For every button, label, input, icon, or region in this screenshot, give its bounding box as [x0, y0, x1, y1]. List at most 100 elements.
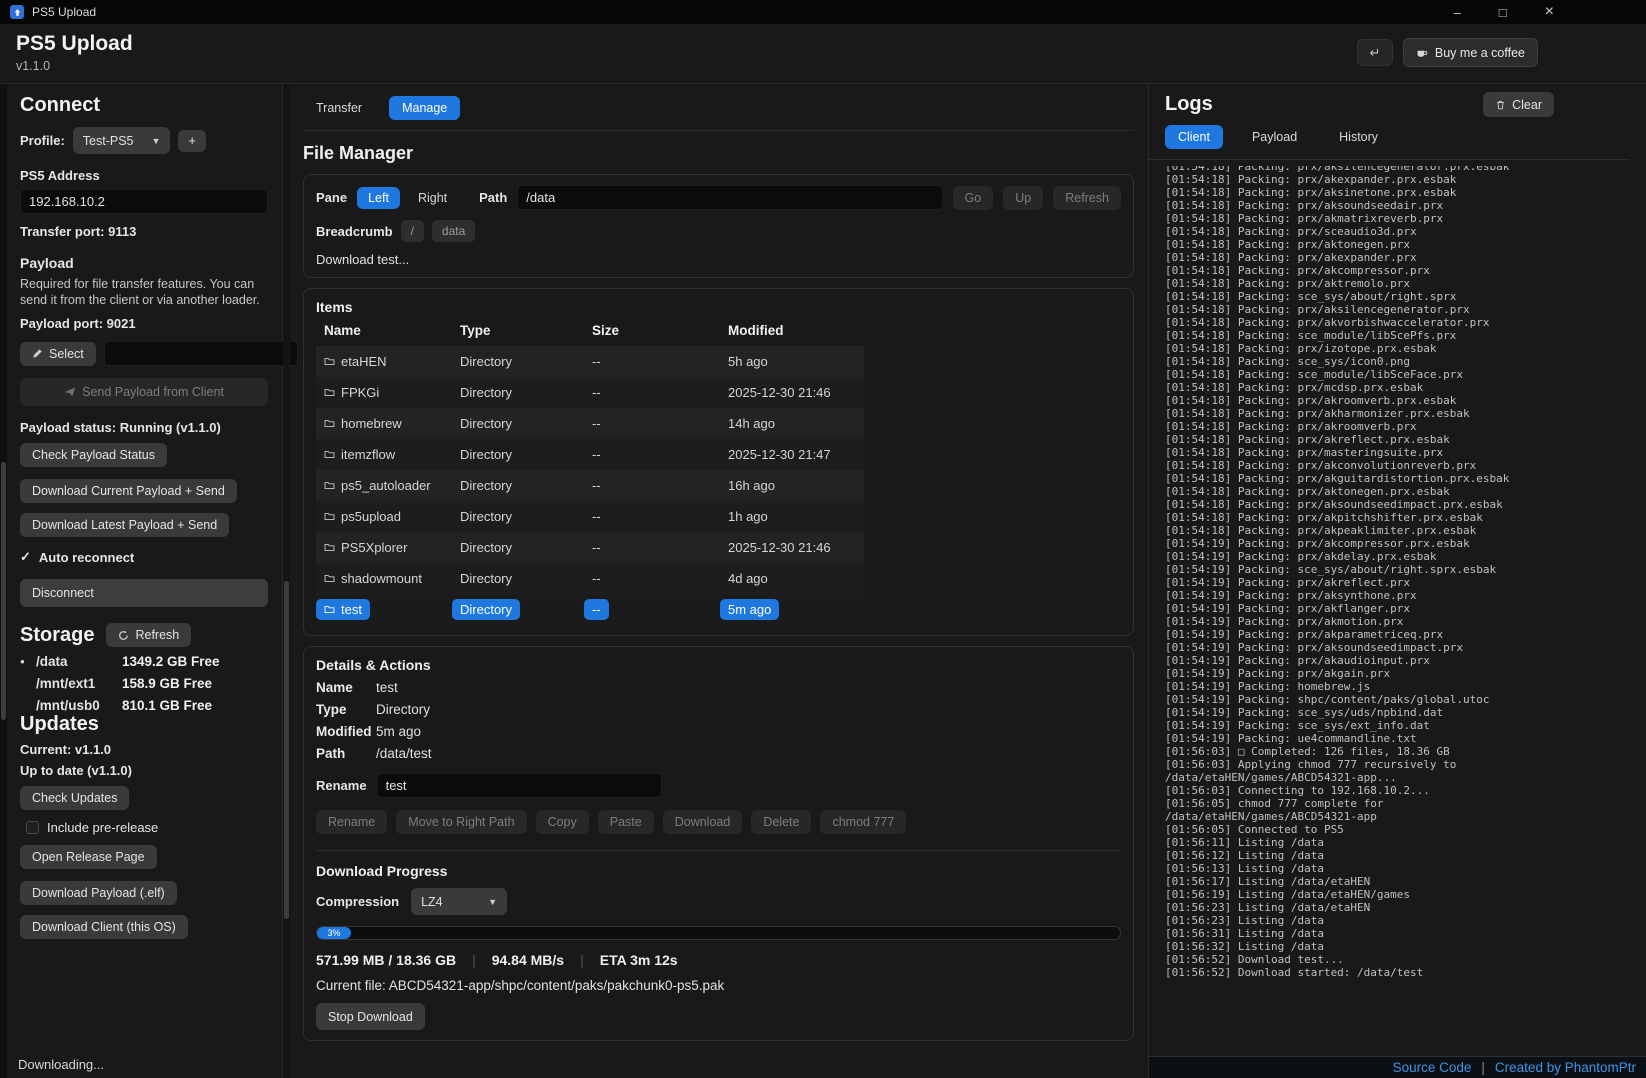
storage-refresh-button[interactable]: Refresh — [106, 623, 191, 647]
action-button[interactable]: Rename — [316, 810, 387, 834]
rename-input[interactable] — [377, 773, 662, 798]
footer-bar: Source Code | Created by PhantomPtr — [1149, 1056, 1646, 1078]
folder-icon — [324, 387, 335, 398]
table-row[interactable]: itemzflow Directory -- 2025-12-30 21:47 — [316, 439, 864, 470]
disconnect-button[interactable]: Disconnect — [20, 579, 268, 607]
table-row[interactable]: ps5upload Directory -- 1h ago — [316, 501, 864, 532]
log-line: [01:54:19] Packing: prx/akparametriceq.p… — [1165, 628, 1646, 641]
download-current-payload-button[interactable]: Download Current Payload + Send — [20, 479, 237, 503]
table-row[interactable]: test Directory -- 5m ago — [316, 594, 864, 625]
logs-tab-history[interactable]: History — [1326, 125, 1391, 149]
console-toggle-button[interactable]: ↵ — [1357, 39, 1393, 66]
log-line: [01:56:13] Listing /data — [1165, 862, 1646, 875]
download-payload-elf-button[interactable]: Download Payload (.elf) — [20, 881, 177, 905]
open-release-page-button[interactable]: Open Release Page — [20, 845, 157, 869]
main-scrollbar[interactable] — [283, 84, 290, 1078]
logs-tab-payload[interactable]: Payload — [1239, 125, 1310, 149]
buy-coffee-button[interactable]: Buy me a coffee — [1403, 38, 1538, 67]
folder-icon — [324, 418, 335, 429]
app-window: PS5 Upload – □ × PS5 Upload v1.1.0 ↵ Buy… — [0, 0, 1646, 1078]
clear-logs-button[interactable]: Clear — [1483, 92, 1554, 117]
pane-left-button[interactable]: Left — [357, 187, 400, 209]
checkbox-icon — [26, 821, 39, 834]
action-button[interactable]: Paste — [598, 810, 654, 834]
log-line: [01:54:19] Packing: prx/akcompressor.prx… — [1165, 537, 1646, 550]
check-updates-button[interactable]: Check Updates — [20, 786, 129, 810]
storage-mount-row[interactable]: ● /data 1349.2 GB Free — [20, 654, 268, 669]
download-latest-payload-button[interactable]: Download Latest Payload + Send — [20, 513, 229, 537]
include-prerelease-checkbox[interactable]: Include pre-release — [26, 820, 268, 835]
log-line: [01:54:18] Packing: sce_module/libScePfs… — [1165, 329, 1646, 342]
log-line: [01:54:18] Packing: prx/akexpander.prx.e… — [1165, 173, 1646, 186]
storage-mount-row[interactable]: /mnt/ext1 158.9 GB Free — [20, 676, 268, 691]
items-heading: Items — [316, 299, 1121, 315]
breadcrumb-dir[interactable]: data — [432, 220, 475, 242]
log-line: [01:56:05] chmod 777 complete for — [1165, 797, 1646, 810]
table-row[interactable]: homebrew Directory -- 14h ago — [316, 408, 864, 439]
send-payload-button[interactable]: Send Payload from Client — [20, 378, 268, 406]
action-button[interactable]: Copy — [536, 810, 589, 834]
sidebar-status-text: Downloading... — [18, 1057, 104, 1072]
profile-label: Profile: — [20, 133, 65, 148]
action-button[interactable]: Download — [663, 810, 743, 834]
send-icon — [64, 386, 76, 398]
transfer-status-text: Download test... — [316, 252, 1121, 267]
minimize-button[interactable]: – — [1454, 5, 1461, 20]
path-input[interactable] — [517, 185, 942, 210]
auto-reconnect-checkbox[interactable]: ✓ Auto reconnect — [20, 549, 268, 565]
table-row[interactable]: etaHEN Directory -- 5h ago — [316, 346, 864, 377]
column-size: Size — [592, 323, 728, 338]
detail-field: Path /data/test — [316, 746, 1121, 761]
select-payload-button[interactable]: Select — [20, 342, 96, 366]
pencil-icon — [32, 348, 43, 359]
logs-tab-client[interactable]: Client — [1165, 125, 1223, 149]
log-line: [01:54:18] Packing: prx/akmatrixreverb.p… — [1165, 212, 1646, 225]
pane-right-button[interactable]: Right — [410, 187, 455, 209]
folder-icon — [324, 356, 335, 367]
table-row[interactable]: ps5_autoloader Directory -- 16h ago — [316, 470, 864, 501]
close-button[interactable]: × — [1545, 5, 1554, 20]
table-row[interactable]: shadowmount Directory -- 4d ago — [316, 563, 864, 594]
action-button[interactable]: chmod 777 — [820, 810, 906, 834]
sidebar-scrollbar[interactable] — [0, 84, 7, 1078]
download-client-button[interactable]: Download Client (this OS) — [20, 915, 188, 939]
folder-icon — [324, 573, 335, 584]
refresh-path-button[interactable]: Refresh — [1053, 186, 1121, 210]
connect-heading: Connect — [20, 94, 268, 117]
source-code-link[interactable]: Source Code — [1393, 1060, 1472, 1075]
app-header: PS5 Upload v1.1.0 ↵ Buy me a coffee — [0, 24, 1646, 84]
add-profile-button[interactable]: + — [178, 130, 205, 152]
pane-label: Pane — [316, 190, 347, 205]
log-line: [01:54:19] Packing: prx/aksoundseedimpac… — [1165, 641, 1646, 654]
tab-transfer[interactable]: Transfer — [303, 96, 375, 120]
active-mount-bullet: ● — [20, 657, 36, 666]
table-row[interactable]: FPKGi Directory -- 2025-12-30 21:46 — [316, 377, 864, 408]
log-output[interactable]: [01:54:18] Packing: prx/aksilencegenerat… — [1165, 166, 1646, 1078]
profile-select[interactable]: Test-PS5 ▼ — [73, 127, 171, 154]
breadcrumb-root[interactable]: / — [401, 220, 424, 242]
log-line: [01:54:18] Packing: prx/akroomverb.prx — [1165, 420, 1646, 433]
check-payload-status-button[interactable]: Check Payload Status — [20, 443, 167, 467]
ps5-address-input[interactable] — [20, 189, 268, 214]
check-icon: ✓ — [20, 549, 31, 565]
window-title: PS5 Upload — [32, 5, 96, 19]
maximize-button[interactable]: □ — [1499, 5, 1507, 20]
progress-stat: ETA 3m 12s — [564, 952, 677, 968]
sidebar-scrollbar-thumb[interactable] — [1, 462, 6, 720]
compression-select[interactable]: LZ4 ▼ — [411, 888, 507, 915]
credit-link[interactable]: Created by PhantomPtr — [1495, 1060, 1636, 1075]
action-button[interactable]: Move to Right Path — [396, 810, 526, 834]
titlebar: PS5 Upload – □ × — [0, 0, 1646, 24]
log-line: [01:54:18] Packing: prx/akpeaklimiter.pr… — [1165, 524, 1646, 537]
payload-file-input[interactable] — [104, 341, 298, 366]
log-line: [01:54:19] Packing: sce_sys/uds/npbind.d… — [1165, 706, 1646, 719]
action-button[interactable]: Delete — [751, 810, 811, 834]
storage-mount-row[interactable]: /mnt/usb0 810.1 GB Free — [20, 698, 268, 713]
tab-manage[interactable]: Manage — [389, 96, 460, 120]
folder-icon — [324, 511, 335, 522]
go-button[interactable]: Go — [953, 186, 994, 210]
table-row[interactable]: PS5Xplorer Directory -- 2025-12-30 21:46 — [316, 532, 864, 563]
up-button[interactable]: Up — [1003, 186, 1043, 210]
main-scrollbar-thumb[interactable] — [284, 581, 289, 919]
stop-download-button[interactable]: Stop Download — [316, 1003, 425, 1030]
